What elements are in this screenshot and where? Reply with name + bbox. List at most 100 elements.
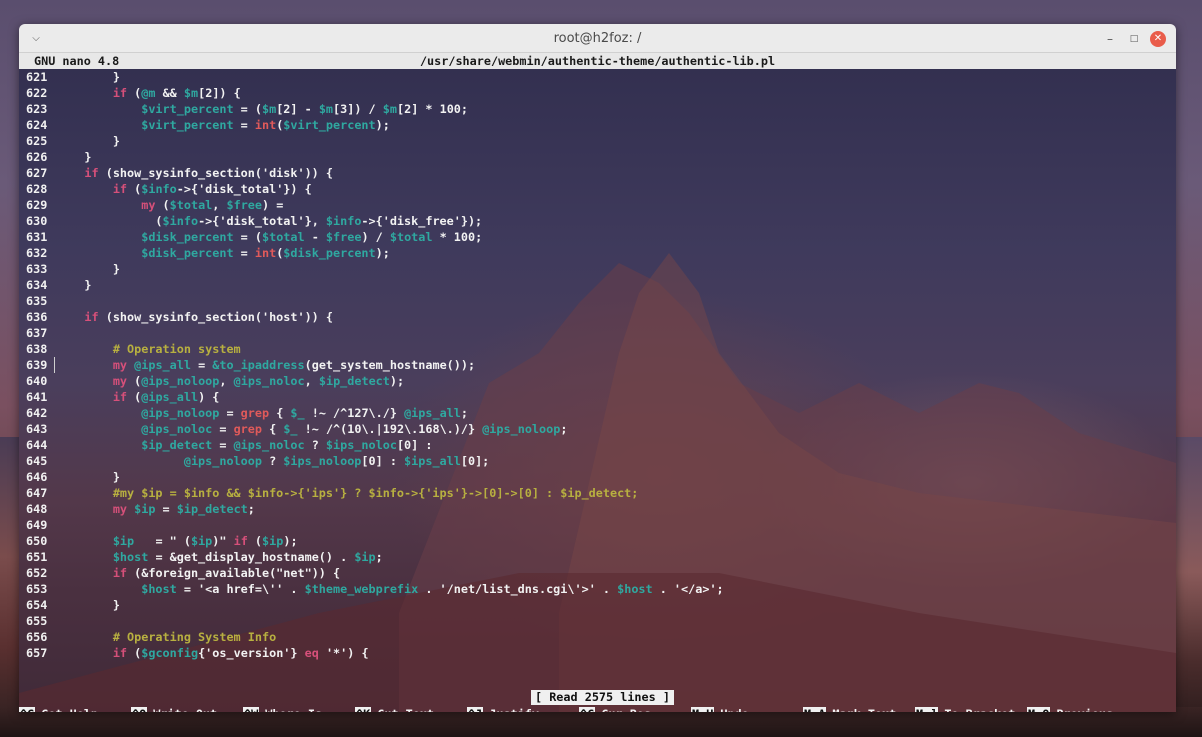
code-token: [0] :: [361, 454, 405, 468]
shortcut-item[interactable]: ^C Cur Pos: [579, 706, 651, 712]
code-line[interactable]: 645 @ips_noloop ? $ips_noloop[0] : $ips_…: [19, 453, 1176, 469]
code-line[interactable]: 635: [19, 293, 1176, 309]
code-editor[interactable]: 621 } 622 if (@m && $m[2]) {623 $virt_per…: [19, 69, 1176, 661]
shortcut-item[interactable]: M-A Mark Text: [803, 706, 896, 712]
code-token: ) {: [198, 390, 220, 404]
code-line[interactable]: 647 #my $ip = $info && $info->{'ips'} ? …: [19, 485, 1176, 501]
code-token: =: [233, 246, 255, 260]
code-token: $ips_noloop: [283, 454, 362, 468]
code-line[interactable]: 641 if (@ips_all) {: [19, 389, 1176, 405]
shortcut-label: Undo: [720, 707, 748, 712]
code-line[interactable]: 640 my (@ips_noloop, @ips_noloc, $ip_det…: [19, 373, 1176, 389]
code-line[interactable]: 630 ($info->{'disk_total'}, $info->{'dis…: [19, 213, 1176, 229]
code-token: $m: [183, 86, 199, 100]
code-line[interactable]: 646 }: [19, 469, 1176, 485]
code-token: $ip: [134, 502, 156, 516]
maximize-icon[interactable]: □: [1126, 31, 1142, 47]
code-token: =: [219, 406, 241, 420]
code-line[interactable]: 632 $disk_percent = int($disk_percent);: [19, 245, 1176, 261]
line-number: 641: [26, 390, 48, 404]
code-line[interactable]: 638 # Operation system: [19, 341, 1176, 357]
line-content: }: [56, 277, 92, 293]
code-token: my: [56, 374, 135, 388]
code-line[interactable]: 643 @ips_noloc = grep { $_ !~ /^(10\.|19…: [19, 421, 1176, 437]
shortcut-item[interactable]: M-] To Bracket: [915, 706, 1015, 712]
code-line[interactable]: 625 }: [19, 133, 1176, 149]
line-number: 640: [26, 374, 48, 388]
minimize-icon[interactable]: –: [1102, 31, 1118, 47]
line-content: $ip_detect = @ips_noloc ? $ips_noloc[0] …: [56, 437, 432, 453]
code-token: '*') {: [318, 646, 369, 660]
code-token: ?: [261, 454, 284, 468]
shortcut-item[interactable]: ^W Where Is: [243, 706, 322, 712]
code-line[interactable]: 648 my $ip = $ip_detect;: [19, 501, 1176, 517]
close-icon[interactable]: ✕: [1150, 31, 1166, 47]
code-line[interactable]: 624 $virt_percent = int($virt_percent);: [19, 117, 1176, 133]
code-token: my: [56, 502, 135, 516]
shortcut-key: ^W: [243, 707, 260, 712]
code-line[interactable]: 637: [19, 325, 1176, 341]
shortcut-key: ^K: [355, 707, 372, 712]
code-token: ;: [375, 550, 383, 564]
code-line[interactable]: 649: [19, 517, 1176, 533]
code-token: $theme_webprefix: [304, 582, 419, 596]
terminal-area[interactable]: GNU nano 4.8 /usr/share/webmin/authentic…: [19, 53, 1176, 712]
code-line[interactable]: 629 my ($total, $free) =: [19, 197, 1176, 213]
shortcut-label: To Bracket: [944, 707, 1015, 712]
title-bar[interactable]: ⌵ root@h2foz: / – □ ✕: [19, 24, 1176, 53]
shortcut-item[interactable]: ^O Write Out: [131, 706, 217, 712]
code-line[interactable]: 657 if ($gconfig{'os_version'} eq '*') {: [19, 645, 1176, 661]
shortcut-label: Mark Text: [832, 707, 896, 712]
code-line[interactable]: 626 }: [19, 149, 1176, 165]
code-token: @ips_all: [404, 406, 461, 420]
line-content: $ip = " ($ip)" if ($ip);: [56, 533, 298, 549]
code-token: ,: [304, 374, 319, 388]
code-line[interactable]: 631 $disk_percent = ($total - $free) / $…: [19, 229, 1176, 245]
code-line[interactable]: 623 $virt_percent = ($m[2] - $m[3]) / $m…: [19, 101, 1176, 117]
line-content: }: [56, 69, 120, 85]
code-line[interactable]: 636 if (show_sysinfo_section('host')) {: [19, 309, 1176, 325]
line-content: if (show_sysinfo_section('disk')) {: [56, 165, 333, 181]
shortcut-label: Previous: [1056, 707, 1113, 712]
shortcut-item[interactable]: M-U Undo: [691, 706, 749, 712]
code-line[interactable]: 651 $host = &get_display_hostname() . $i…: [19, 549, 1176, 565]
line-number: 637: [26, 326, 48, 340]
code-token: $free: [226, 198, 263, 212]
code-token: $gconfig: [141, 646, 199, 660]
code-token: $ip_detect: [176, 502, 248, 516]
code-line[interactable]: 655: [19, 613, 1176, 629]
code-line[interactable]: 634 }: [19, 277, 1176, 293]
line-number: 653: [26, 582, 48, 596]
shortcut-item[interactable]: ^G Get Help: [19, 706, 98, 712]
shortcut-item[interactable]: M-Q Previous: [1027, 706, 1113, 712]
code-line[interactable]: 622 if (@m && $m[2]) {: [19, 85, 1176, 101]
code-token: # Operation system: [56, 342, 241, 356]
code-line[interactable]: 627 if (show_sysinfo_section('disk')) {: [19, 165, 1176, 181]
code-token: my: [56, 198, 163, 212]
code-line[interactable]: 642 @ips_noloop = grep { $_ !~ /^127\./}…: [19, 405, 1176, 421]
code-line[interactable]: 621 }: [19, 69, 1176, 85]
code-token: * 100;: [432, 230, 483, 244]
code-token: (: [247, 534, 263, 548]
code-line[interactable]: 633 }: [19, 261, 1176, 277]
code-token: $host: [56, 582, 177, 596]
code-token: $ip: [56, 534, 135, 548]
code-line[interactable]: 652 if (&foreign_available("net")) {: [19, 565, 1176, 581]
code-token: $total: [389, 230, 433, 244]
code-line[interactable]: 650 $ip = " ($ip)" if ($ip);: [19, 533, 1176, 549]
code-line[interactable]: 656 # Operating System Info: [19, 629, 1176, 645]
code-line[interactable]: 653 $host = '<a href=\'' . $theme_webpre…: [19, 581, 1176, 597]
code-token: ) /: [361, 230, 390, 244]
shortcut-item[interactable]: ^K Cut Text: [355, 706, 434, 712]
line-number: 651: [26, 550, 48, 564]
code-line[interactable]: 639 my @ips_all = &to_ipaddress(get_syst…: [19, 357, 1176, 373]
shortcut-item[interactable]: ^J Justify: [467, 706, 539, 712]
code-line[interactable]: 654 }: [19, 597, 1176, 613]
code-line[interactable]: 644 $ip_detect = @ips_noloc ? $ips_noloc…: [19, 437, 1176, 453]
code-token: ;: [247, 502, 255, 516]
code-line[interactable]: 628 if ($info->{'disk_total'}) {: [19, 181, 1176, 197]
line-number: 638: [26, 342, 48, 356]
line-number: 642: [26, 406, 48, 420]
code-token: }: [56, 278, 92, 292]
code-token: =: [155, 502, 177, 516]
